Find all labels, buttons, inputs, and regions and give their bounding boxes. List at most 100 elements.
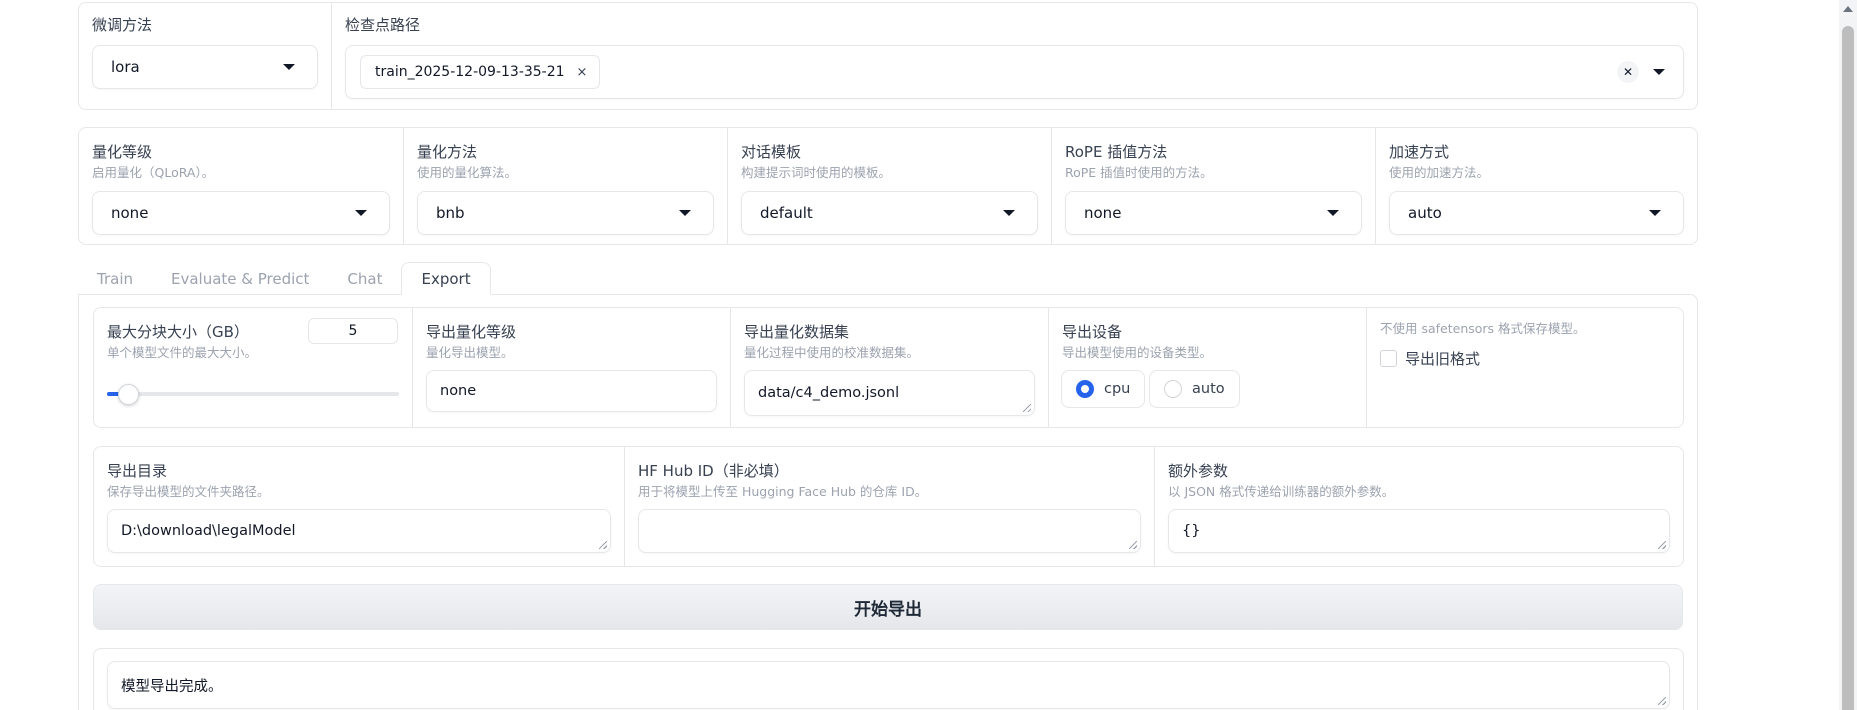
quant-bit-dropdown[interactable]: none: [92, 191, 390, 235]
shard-size-block: 最大分块大小（GB） 单个模型文件的最大大小。 5: [94, 308, 412, 427]
template-block: 对话模板 构建提示词时使用的模板。 default: [727, 128, 1051, 244]
scroll-up-icon[interactable]: [1843, 6, 1853, 12]
hub-id-block: HF Hub ID（非必填） 用于将模型上传至 Hugging Face Hub…: [624, 447, 1154, 566]
rope-dropdown[interactable]: none: [1065, 191, 1362, 235]
template-info: 构建提示词时使用的模板。: [741, 165, 892, 180]
quant-bit-info: 启用量化（QLoRA）。: [92, 165, 215, 180]
device-option-auto-label: auto: [1192, 381, 1225, 397]
quant-method-dropdown[interactable]: bnb: [417, 191, 714, 235]
export-output-panel: 模型导出完成。: [93, 648, 1684, 710]
export-dir-label: 导出目录: [107, 462, 168, 480]
chevron-down-icon: [283, 64, 295, 70]
tab-train[interactable]: Train: [78, 262, 152, 295]
tab-evaluate[interactable]: Evaluate & Predict: [152, 262, 328, 295]
resize-handle-icon[interactable]: [1658, 541, 1666, 549]
export-legacy-checkbox[interactable]: 导出旧格式: [1380, 348, 1480, 369]
export-quant-bit-input[interactable]: none: [426, 370, 717, 412]
finetune-method-label: 微调方法: [92, 16, 153, 34]
radio-unselected-icon: [1164, 380, 1182, 398]
quant-bit-label: 量化等级: [92, 143, 153, 161]
export-dir-input[interactable]: D:\download\legalModel: [107, 509, 611, 553]
export-legacy-label: 导出旧格式: [1405, 350, 1481, 368]
radio-selected-icon: [1076, 380, 1094, 398]
booster-block: 加速方式 使用的加速方法。 auto: [1375, 128, 1697, 244]
export-quant-dataset-block: 导出量化数据集 量化过程中使用的校准数据集。 data/c4_demo.json…: [730, 308, 1048, 427]
template-value: default: [760, 204, 813, 222]
clear-icon[interactable]: ✕: [1617, 61, 1639, 83]
extra-args-value: {}: [1182, 523, 1201, 539]
export-output-value: 模型导出完成。: [121, 678, 223, 695]
export-legacy-block: 不使用 safetensors 格式保存模型。 导出旧格式: [1366, 308, 1683, 427]
export-path-row: 导出目录 保存导出模型的文件夹路径。 D:\download\legalMode…: [93, 446, 1684, 567]
export-quant-bit-block: 导出量化等级 量化导出模型。 none: [412, 308, 730, 427]
booster-info: 使用的加速方法。: [1389, 165, 1490, 180]
export-quant-bit-info: 量化导出模型。: [426, 345, 514, 360]
start-export-button[interactable]: 开始导出: [93, 584, 1683, 630]
chevron-down-icon: [679, 210, 691, 216]
export-quant-bit-value: none: [440, 383, 477, 399]
rope-block: RoPE 插值方法 RoPE 插值时使用的方法。 none: [1051, 128, 1375, 244]
device-option-cpu-label: cpu: [1104, 381, 1131, 397]
rope-label: RoPE 插值方法: [1065, 143, 1168, 161]
device-option-cpu[interactable]: cpu: [1061, 370, 1146, 408]
checkpoint-label: 检查点路径: [345, 16, 421, 34]
chevron-down-icon: [1003, 210, 1015, 216]
device-option-auto[interactable]: auto: [1149, 370, 1240, 408]
tab-export[interactable]: Export: [401, 262, 491, 295]
booster-label: 加速方式: [1389, 143, 1450, 161]
tab-chat[interactable]: Chat: [328, 262, 401, 295]
slider-handle[interactable]: [117, 384, 139, 405]
export-dir-value: D:\download\legalModel: [121, 523, 296, 539]
chevron-down-icon: [355, 210, 367, 216]
resize-handle-icon[interactable]: [1658, 697, 1666, 705]
slider-track: [107, 392, 399, 396]
resize-handle-icon[interactable]: [1023, 404, 1031, 412]
checkpoint-block: 检查点路径 train_2025-12-09-13-35-21 × ✕: [331, 3, 1697, 109]
export-quant-dataset-input[interactable]: data/c4_demo.jsonl: [744, 370, 1035, 416]
export-quant-bit-label: 导出量化等级: [426, 323, 517, 341]
export-quant-dataset-value: data/c4_demo.jsonl: [758, 385, 900, 401]
export-device-block: 导出设备 导出模型使用的设备类型。: [1048, 308, 1366, 427]
extra-args-block: 额外参数 以 JSON 格式传递给训练器的额外参数。 {}: [1154, 447, 1683, 566]
export-quant-dataset-label: 导出量化数据集: [744, 323, 850, 341]
template-label: 对话模板: [741, 143, 802, 161]
export-output-textbox[interactable]: 模型导出完成。: [107, 661, 1670, 709]
shard-size-number-input[interactable]: 5: [308, 318, 398, 344]
model-row: 微调方法 lora 检查点路径 train_2025-12-09-13-35-2…: [78, 2, 1698, 110]
finetune-method-value: lora: [111, 58, 140, 76]
hub-id-input[interactable]: [638, 509, 1141, 553]
chevron-down-icon[interactable]: [1653, 69, 1665, 75]
finetune-method-block: 微调方法 lora: [79, 3, 331, 109]
rope-value: none: [1084, 204, 1122, 222]
quant-method-label: 量化方法: [417, 143, 478, 161]
advanced-row: 量化等级 启用量化（QLoRA）。 none 量化方法 使用的量化算法。 bnb…: [78, 127, 1698, 245]
export-quant-dataset-info: 量化过程中使用的校准数据集。: [744, 345, 920, 360]
finetune-method-dropdown[interactable]: lora: [92, 45, 318, 89]
checkbox-icon[interactable]: [1380, 350, 1397, 367]
tag-remove-icon[interactable]: ×: [577, 65, 588, 80]
extra-args-info: 以 JSON 格式传递给训练器的额外参数。: [1168, 484, 1395, 499]
quant-bit-value: none: [111, 204, 149, 222]
shard-size-slider[interactable]: [107, 382, 399, 406]
checkpoint-tag-label: train_2025-12-09-13-35-21: [375, 64, 565, 80]
rope-info: RoPE 插值时使用的方法。: [1065, 165, 1213, 180]
resize-handle-icon[interactable]: [1129, 541, 1137, 549]
booster-value: auto: [1408, 204, 1442, 222]
export-dir-block: 导出目录 保存导出模型的文件夹路径。 D:\download\legalMode…: [94, 447, 624, 566]
quant-method-block: 量化方法 使用的量化算法。 bnb: [403, 128, 727, 244]
export-device-info: 导出模型使用的设备类型。: [1062, 345, 1213, 360]
page-scrollbar[interactable]: [1839, 0, 1857, 710]
quant-method-value: bnb: [436, 204, 465, 222]
template-dropdown[interactable]: default: [741, 191, 1038, 235]
extra-args-input[interactable]: {}: [1168, 509, 1670, 553]
hub-id-info: 用于将模型上传至 Hugging Face Hub 的仓库 ID。: [638, 484, 928, 499]
scrollbar-thumb[interactable]: [1842, 26, 1854, 710]
export-device-label: 导出设备: [1062, 323, 1123, 341]
checkpoint-multiselect[interactable]: train_2025-12-09-13-35-21 × ✕: [345, 45, 1684, 99]
quant-method-info: 使用的量化算法。: [417, 165, 518, 180]
chevron-down-icon: [1649, 210, 1661, 216]
shard-size-value: 5: [348, 323, 358, 339]
tab-bar: Train Evaluate & Predict Chat Export: [78, 262, 491, 295]
resize-handle-icon[interactable]: [599, 541, 607, 549]
booster-dropdown[interactable]: auto: [1389, 191, 1684, 235]
